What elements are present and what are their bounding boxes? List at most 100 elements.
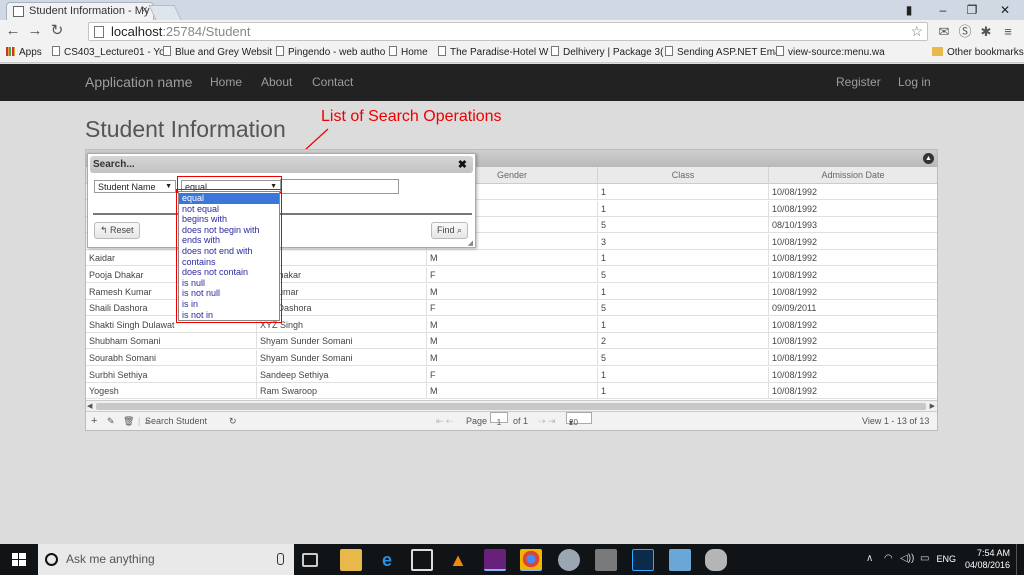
table-row[interactable]: Yogesh Ram Swaroop M 1 10/08/1992	[86, 383, 937, 400]
bookmarks-bar: Apps CS403_Lecture01 - Yo Blue and Grey …	[0, 43, 1024, 63]
notification-icon[interactable]: ▭	[920, 553, 929, 564]
page-input-value[interactable]: 1	[490, 412, 508, 427]
column-header-class[interactable]: Class	[598, 167, 769, 184]
system-clock[interactable]: 7:54 AM 04/08/2016	[965, 547, 1010, 571]
operator-option[interactable]: contains	[179, 257, 279, 268]
forward-arrow-icon[interactable]: →	[26, 22, 44, 40]
reload-icon[interactable]: ↻	[48, 22, 66, 40]
bookmark-item[interactable]: Home	[389, 46, 428, 60]
bookmark-item[interactable]: Delhivery | Package 3(	[551, 46, 663, 60]
show-desktop-button[interactable]	[1016, 544, 1022, 575]
edge-browser-icon[interactable]: e	[376, 549, 398, 571]
operator-option[interactable]: equal	[179, 193, 279, 204]
table-row[interactable]: Shubham Somani Shyam Sunder Somani M 2 10/08…	[86, 333, 937, 350]
close-icon[interactable]: ✖	[458, 158, 467, 172]
find-button[interactable]: Find ⌕	[431, 222, 469, 239]
extension-icon[interactable]: ✉	[935, 23, 953, 41]
operator-option[interactable]: does not contain	[179, 267, 279, 278]
operator-option[interactable]: does not begin with	[179, 225, 279, 236]
brand-link[interactable]: Application name	[85, 64, 192, 101]
minimize-button[interactable]: –	[928, 0, 958, 20]
bookmark-item[interactable]: Sending ASP.NET Ema	[665, 46, 781, 60]
maximize-button[interactable]: ❐	[957, 0, 987, 20]
resize-grip-icon[interactable]: ◢	[468, 239, 473, 247]
scrollbar-thumb[interactable]	[96, 403, 926, 410]
visual-studio-icon[interactable]	[484, 549, 506, 571]
table-cell: Yogesh	[86, 383, 257, 400]
table-row[interactable]: Sourabh Somani Shyam Sunder Somani M 5 10/08…	[86, 350, 937, 366]
bookmark-item[interactable]: The Paradise-Hotel W	[438, 46, 548, 60]
menu-icon[interactable]: ≡	[999, 23, 1017, 41]
horizontal-scrollbar[interactable]: ◀ ▶	[86, 400, 937, 411]
add-icon[interactable]: +	[91, 412, 97, 431]
login-link[interactable]: Log in	[898, 64, 931, 101]
operator-dropdown-list[interactable]: equal not equal begins with does not begin …	[176, 189, 282, 323]
task-view-icon[interactable]	[302, 553, 318, 567]
operator-option[interactable]: ends with	[179, 235, 279, 246]
search-field-select[interactable]: Student Name ▼	[94, 180, 176, 193]
windows-start-icon[interactable]	[0, 544, 38, 575]
page-favicon-icon	[13, 6, 24, 17]
reset-button[interactable]: ↰ Reset	[94, 222, 140, 239]
register-link[interactable]: Register	[836, 64, 881, 101]
bookmark-item[interactable]: CS403_Lecture01 - Yo	[52, 46, 165, 60]
volume-icon[interactable]: ◁))	[900, 553, 914, 564]
operator-option[interactable]: is not null	[179, 288, 279, 299]
operator-option[interactable]: is not in	[179, 310, 279, 321]
table-row[interactable]: Surbhi Sethiya Sandeep Sethiya F 1 10/08/199…	[86, 366, 937, 383]
collapse-icon[interactable]: ▲	[923, 153, 934, 164]
vlc-icon[interactable]: ▲	[447, 549, 469, 571]
skype-icon[interactable]: Ⓢ	[956, 23, 974, 41]
operator-option[interactable]: does not end with	[179, 246, 279, 257]
back-arrow-icon[interactable]: ←	[4, 22, 22, 40]
column-header-admission-date[interactable]: Admission Date	[769, 167, 937, 184]
language-indicator[interactable]: ENG	[936, 544, 956, 575]
operator-option[interactable]: not equal	[179, 204, 279, 215]
search-value-input[interactable]	[280, 179, 399, 194]
operator-option[interactable]: is in	[179, 299, 279, 310]
snipping-tool-icon[interactable]	[595, 549, 617, 571]
site-navbar: Application name Home About Contact Regi…	[0, 64, 1024, 101]
photoshop-icon[interactable]	[632, 549, 654, 571]
microphone-icon[interactable]	[277, 553, 284, 565]
first-page-icon[interactable]: ⇤ ⇠	[436, 412, 454, 431]
operator-option[interactable]: begins with	[179, 214, 279, 225]
nav-about[interactable]: About	[261, 64, 292, 101]
bookmark-item[interactable]: view-source:menu.wa	[776, 46, 885, 60]
next-page-icon[interactable]: ⇢ ⇥	[538, 412, 556, 431]
bookmark-item[interactable]: Pingendo - web autho	[276, 46, 385, 60]
url-path: :25784/Student	[162, 24, 251, 39]
page-icon	[94, 26, 104, 38]
clock-date: 04/08/2016	[964, 560, 1010, 570]
delete-icon[interactable]: 🗑	[123, 412, 134, 431]
address-bar[interactable]: localhost:25784/Student ☆	[88, 22, 928, 41]
table-cell: M	[427, 383, 598, 400]
cortana-search-box[interactable]: Ask me anything	[38, 544, 294, 575]
notepad-icon[interactable]	[669, 549, 691, 571]
file-explorer-icon[interactable]	[340, 549, 362, 571]
store-icon[interactable]	[411, 549, 433, 571]
table-cell: 10/08/1992	[772, 336, 818, 347]
wifi-icon[interactable]: ◠	[884, 553, 893, 564]
nav-contact[interactable]: Contact	[312, 64, 353, 101]
close-window-button[interactable]: ✕	[990, 0, 1020, 20]
bookmark-item[interactable]: Blue and Grey Websit	[163, 46, 272, 60]
app-icon[interactable]	[705, 549, 727, 571]
chrome-icon[interactable]	[520, 549, 542, 571]
operator-option[interactable]: is null	[179, 278, 279, 289]
bookmark-star-icon[interactable]: ☆	[910, 23, 923, 40]
table-cell: 09/09/2011	[772, 303, 817, 314]
edit-icon[interactable]: ✎	[107, 412, 115, 431]
user-profile-icon[interactable]: ▮	[894, 0, 924, 20]
other-bookmarks[interactable]: Other bookmarks	[932, 46, 1024, 60]
browser-tab[interactable]: Student Information - My ×	[6, 2, 154, 20]
tab-close-icon[interactable]: ×	[142, 4, 148, 16]
nav-home[interactable]: Home	[210, 64, 242, 101]
bookmark-label: Sending ASP.NET Ema	[677, 47, 781, 58]
show-hidden-icons-icon[interactable]: ∧	[866, 553, 873, 564]
bookmark-apps[interactable]: Apps	[6, 46, 42, 60]
app-icon[interactable]	[558, 549, 580, 571]
extension-puzzle-icon[interactable]: ✱	[977, 23, 995, 41]
apps-grid-icon	[6, 47, 15, 56]
refresh-icon[interactable]: ↻	[229, 412, 237, 431]
